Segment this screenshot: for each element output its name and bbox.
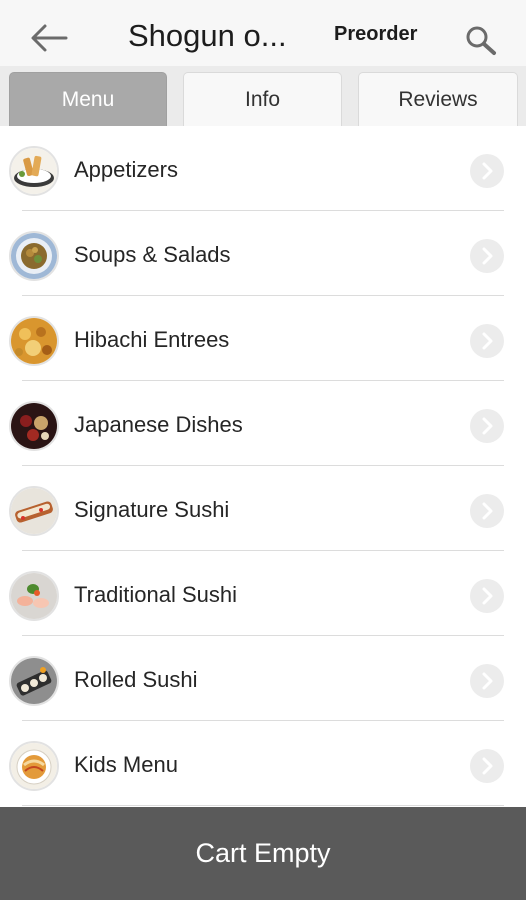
tab-label: Menu <box>61 87 115 111</box>
category-row-kids-menu[interactable]: Kids Menu <box>0 721 526 806</box>
tab-bar: Menu Info Reviews <box>0 66 526 126</box>
signature-sushi-thumbnail <box>9 486 59 536</box>
appetizer-dish-thumbnail <box>9 146 59 196</box>
chevron-right-icon <box>470 494 504 528</box>
cart-button[interactable]: Cart Empty <box>0 807 526 900</box>
category-label: Appetizers <box>74 157 178 182</box>
tab-label: Reviews <box>398 87 478 111</box>
preorder-button[interactable]: Preorder <box>334 23 417 46</box>
category-label: Signature Sushi <box>74 497 230 522</box>
chevron-right-icon <box>470 239 504 273</box>
menu-category-list: Appetizers Soups & Salads Hibachi Entree… <box>0 126 526 807</box>
kids-menu-thumbnail <box>9 741 59 791</box>
category-label: Japanese Dishes <box>74 412 243 437</box>
category-row-traditional-sushi[interactable]: Traditional Sushi <box>0 551 526 636</box>
restaurant-title: Shogun o... <box>128 18 287 53</box>
app-header: Shogun o... Preorder <box>0 0 526 66</box>
japanese-dish-thumbnail <box>9 401 59 451</box>
rolled-sushi-thumbnail <box>9 656 59 706</box>
chevron-right-icon <box>470 409 504 443</box>
chevron-right-icon <box>470 154 504 188</box>
category-label: Rolled Sushi <box>74 667 198 692</box>
chevron-right-icon <box>470 324 504 358</box>
category-row-japanese-dishes[interactable]: Japanese Dishes <box>0 381 526 466</box>
tab-menu[interactable]: Menu <box>9 72 167 126</box>
category-label: Soups & Salads <box>74 242 231 267</box>
category-row-soups-salads[interactable]: Soups & Salads <box>0 211 526 296</box>
search-icon[interactable] <box>464 24 498 58</box>
category-row-signature-sushi[interactable]: Signature Sushi <box>0 466 526 551</box>
tab-label: Info <box>244 87 281 111</box>
soup-salad-thumbnail <box>9 231 59 281</box>
category-label: Kids Menu <box>74 752 178 777</box>
category-row-rolled-sushi[interactable]: Rolled Sushi <box>0 636 526 721</box>
category-label: Hibachi Entrees <box>74 327 230 352</box>
cart-label: Cart Empty <box>195 838 331 868</box>
chevron-right-icon <box>470 664 504 698</box>
chevron-right-icon <box>470 749 504 783</box>
category-label: Traditional Sushi <box>74 582 238 607</box>
chevron-right-icon <box>470 579 504 613</box>
back-arrow-icon[interactable] <box>26 20 70 56</box>
tab-reviews[interactable]: Reviews <box>358 72 518 126</box>
tab-info[interactable]: Info <box>183 72 342 126</box>
category-row-hibachi-entrees[interactable]: Hibachi Entrees <box>0 296 526 381</box>
row-divider <box>22 805 504 806</box>
traditional-sushi-thumbnail <box>9 571 59 621</box>
hibachi-thumbnail <box>9 316 59 366</box>
category-row-appetizers[interactable]: Appetizers <box>0 126 526 211</box>
